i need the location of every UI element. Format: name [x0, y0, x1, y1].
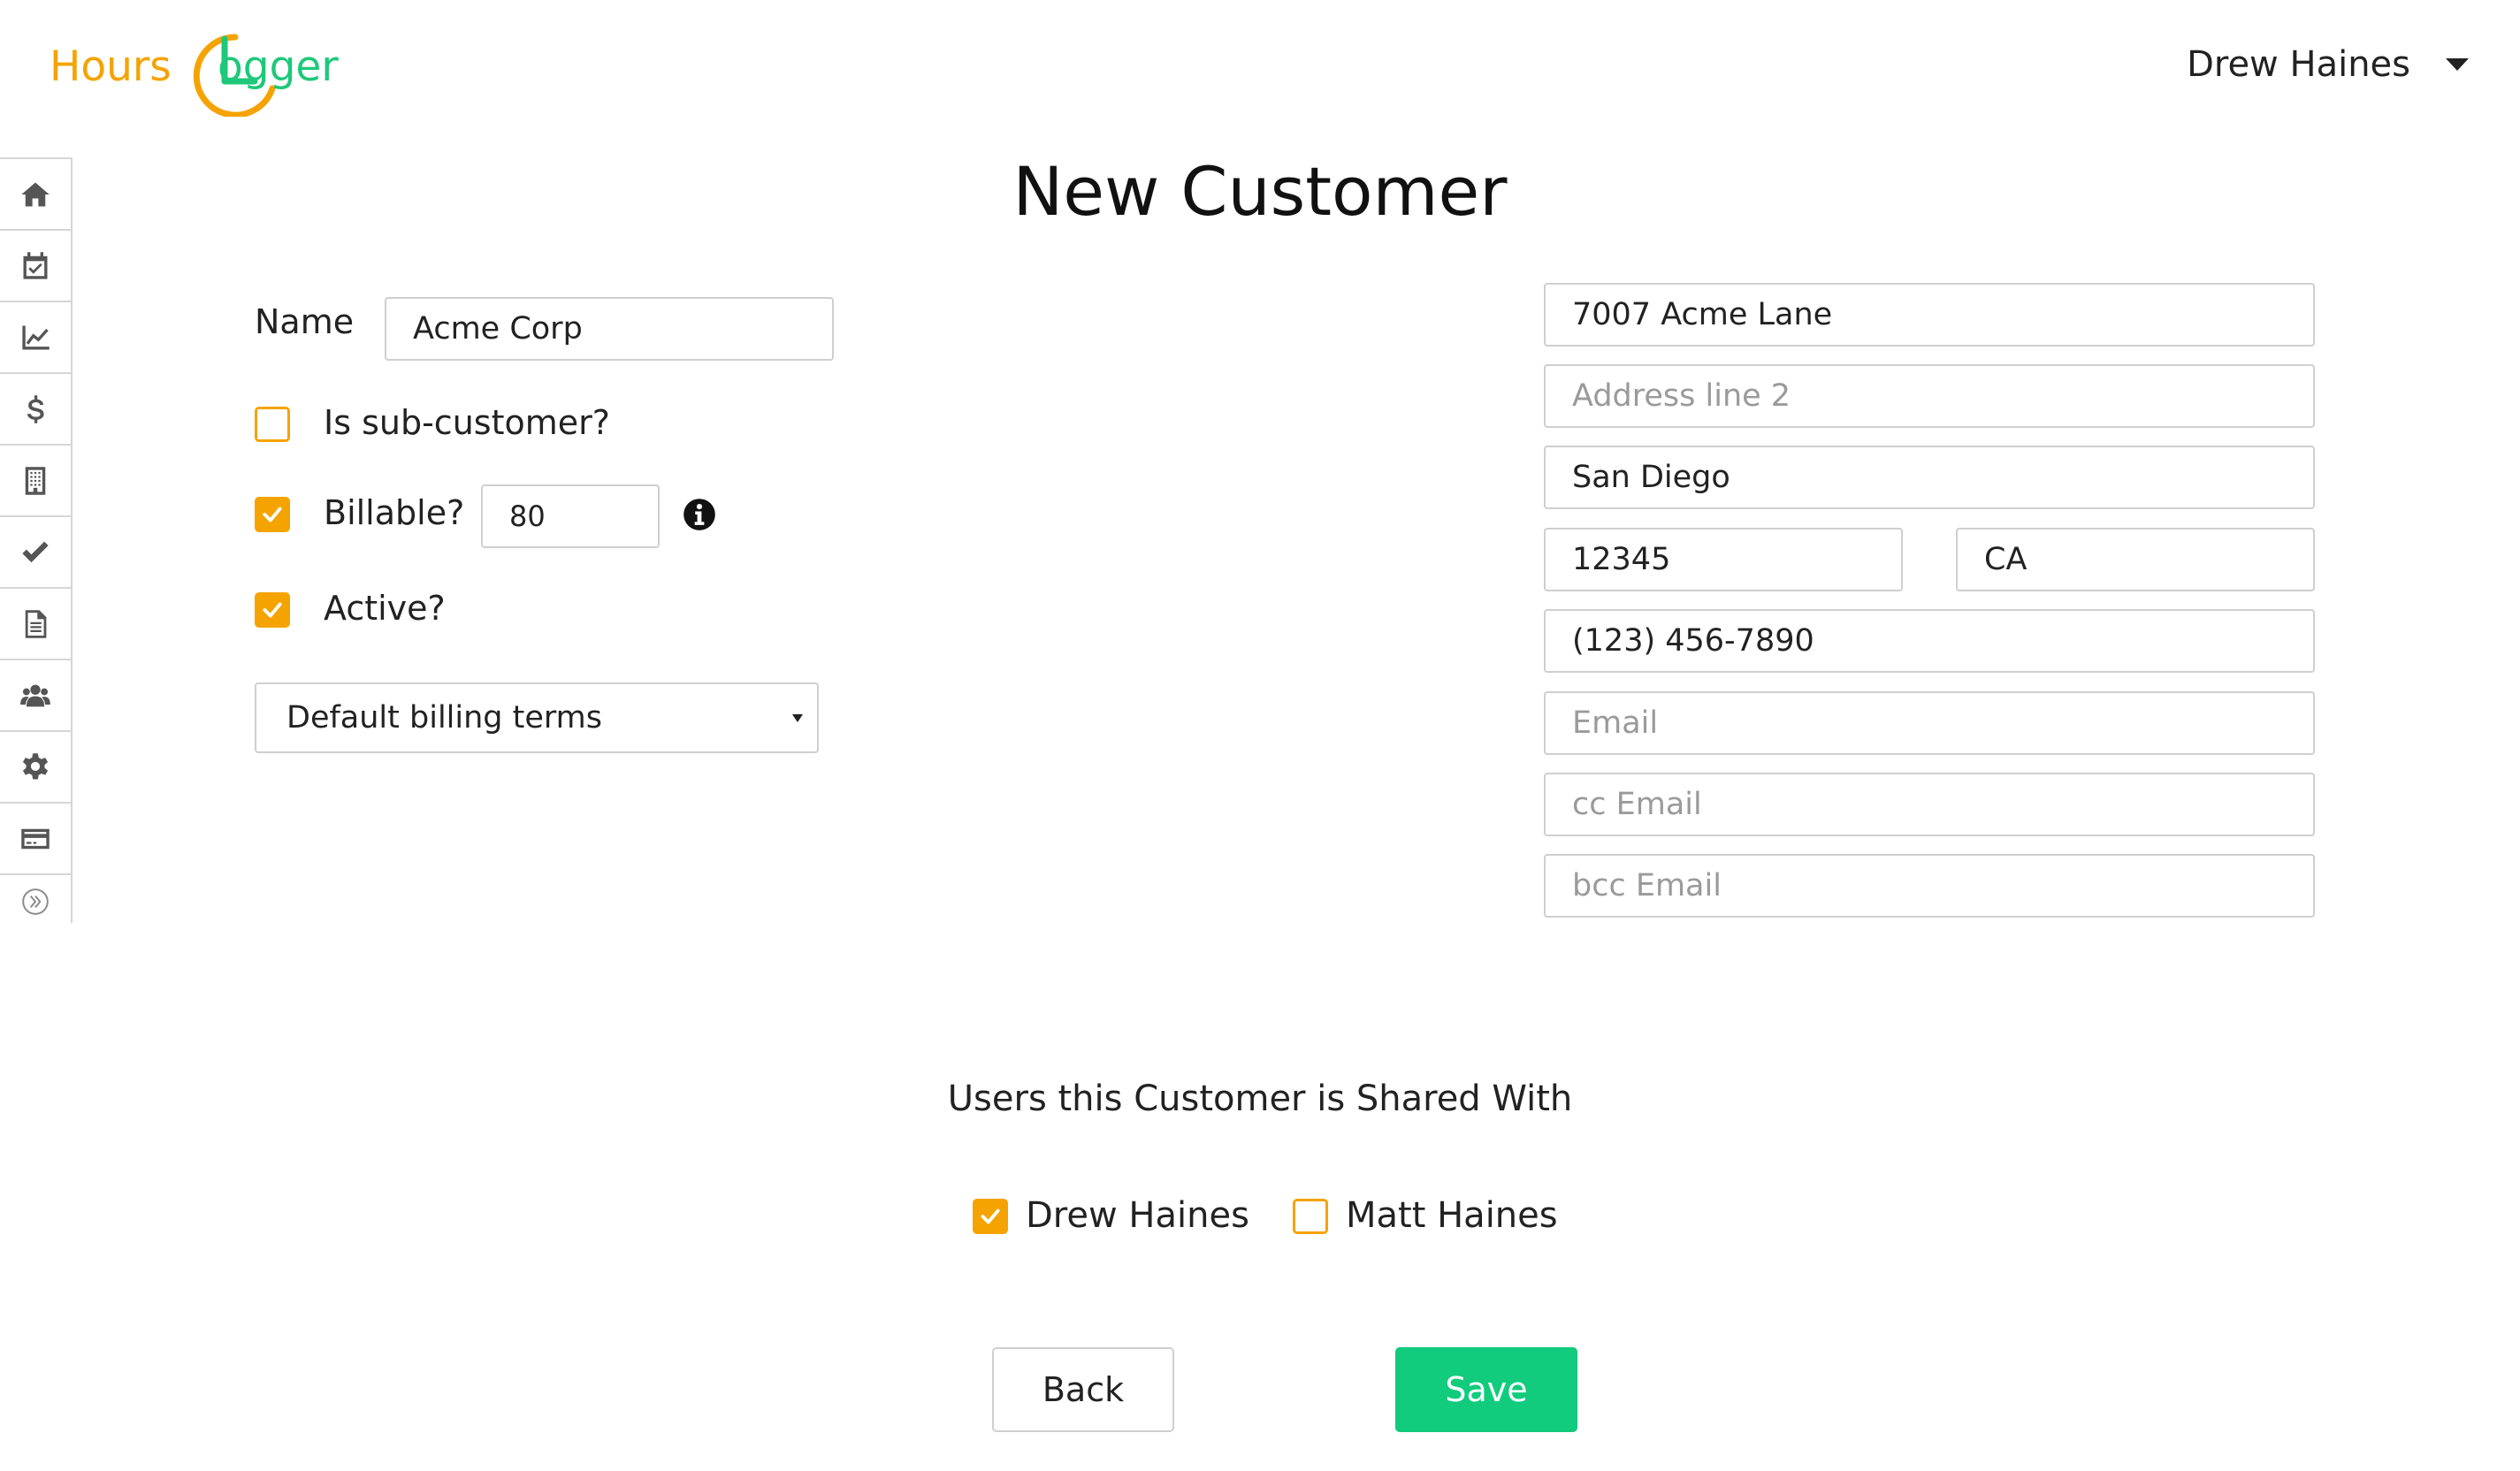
sidebar-item-customers[interactable] [0, 444, 71, 515]
save-button[interactable]: Save [1395, 1347, 1577, 1432]
cc-email-input[interactable] [1544, 773, 2315, 836]
info-icon[interactable] [683, 498, 716, 531]
gear-icon [22, 752, 49, 779]
sidebar-item-invoices[interactable] [0, 587, 71, 659]
logo-logger-text: ogger [218, 42, 339, 91]
sidebar-item-payments[interactable] [0, 802, 71, 873]
building-icon [25, 466, 46, 495]
check-icon [263, 602, 282, 618]
billable-checkbox[interactable] [255, 497, 290, 532]
document-icon [25, 609, 47, 638]
sidebar-item-tasks[interactable] [0, 515, 71, 587]
back-button[interactable]: Back [992, 1347, 1174, 1432]
sidebar-item-reports[interactable] [0, 301, 71, 372]
sidebar-expand-toggle[interactable] [0, 873, 71, 928]
bcc-email-input[interactable] [1544, 854, 2315, 918]
sub-customer-label: Is sub-customer? [324, 403, 610, 442]
credit-card-icon [21, 828, 50, 849]
check-icon [22, 541, 49, 562]
sidebar-item-billing[interactable] [0, 372, 71, 444]
email-input[interactable] [1544, 691, 2315, 755]
shared-user-label-matt: Matt Haines [1346, 1195, 1558, 1236]
zip-input[interactable] [1544, 528, 1903, 591]
active-label: Active? [324, 589, 446, 628]
address-line1-input[interactable] [1544, 283, 2315, 347]
user-menu[interactable]: Drew Haines [2187, 44, 2469, 85]
name-input[interactable] [385, 297, 834, 361]
sidebar-item-users[interactable] [0, 659, 71, 730]
billable-rate-input[interactable] [481, 484, 660, 548]
double-chevron-right-icon [22, 888, 49, 915]
check-icon [981, 1208, 1000, 1224]
shared-user-checkbox-matt[interactable] [1293, 1199, 1328, 1234]
dollar-icon [27, 394, 44, 423]
check-icon [263, 507, 282, 522]
users-icon [20, 684, 50, 706]
app-logo[interactable]: Hours ogger [50, 25, 403, 122]
name-label: Name [255, 302, 355, 341]
sidebar [0, 157, 73, 923]
billable-label: Billable? [324, 493, 465, 532]
phone-input[interactable] [1544, 609, 2315, 673]
billing-terms-value: Default billing terms [286, 700, 603, 736]
user-name: Drew Haines [2187, 44, 2410, 85]
page-title: New Customer [1012, 152, 1508, 231]
address-line2-input[interactable] [1544, 364, 2315, 428]
calendar-check-icon [23, 251, 48, 279]
sidebar-item-settings[interactable] [0, 730, 71, 802]
active-checkbox[interactable] [255, 592, 290, 628]
caret-down-icon [2446, 58, 2469, 71]
logo-hours-text: Hours [50, 42, 172, 91]
state-input[interactable] [1956, 528, 2315, 591]
shared-users-title: Users this Customer is Shared With [947, 1078, 1573, 1119]
shared-user-label-drew: Drew Haines [1026, 1195, 1249, 1236]
sub-customer-checkbox[interactable] [255, 407, 290, 442]
shared-user-checkbox-drew[interactable] [973, 1199, 1008, 1234]
caret-down-icon [792, 713, 803, 722]
line-chart-icon [22, 325, 50, 349]
sidebar-item-calendar[interactable] [0, 229, 71, 301]
billing-terms-select[interactable]: Default billing terms [255, 682, 819, 753]
city-input[interactable] [1544, 446, 2315, 509]
